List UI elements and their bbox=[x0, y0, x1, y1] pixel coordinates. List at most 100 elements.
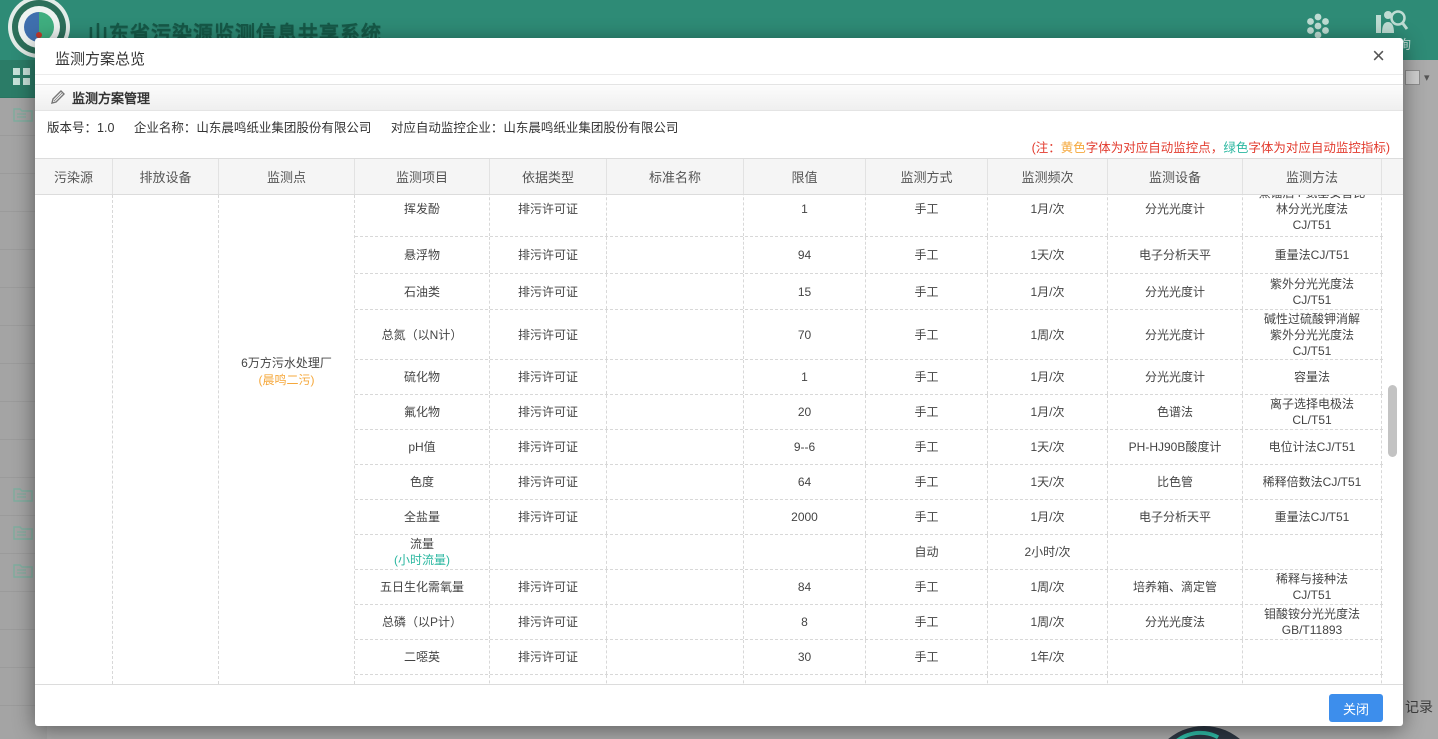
cell-item: 石油类 bbox=[355, 274, 490, 309]
cell-device bbox=[1108, 535, 1243, 569]
close-icon[interactable]: × bbox=[1372, 44, 1385, 68]
cell-limit: 84 bbox=[744, 570, 866, 604]
cell-device: PH-HJ90B酸度计 bbox=[1108, 430, 1243, 464]
cell-freq: 1月/次 bbox=[988, 500, 1108, 534]
record-label[interactable]: 记录 bbox=[1405, 697, 1433, 717]
column-header: 监测方式 bbox=[866, 159, 988, 194]
table-row: 总氮（以N计）排污许可证70手工1周/次分光光度计碱性过硫酸钾消解 紫外分光光度… bbox=[355, 310, 1383, 360]
auto-company-label: 对应自动监控企业： bbox=[391, 121, 504, 135]
cell-basis: 排污许可证 bbox=[490, 310, 607, 359]
cell-basis: 排污许可证 bbox=[490, 237, 607, 273]
cell-freq: 1周/次 bbox=[988, 605, 1108, 639]
table-row: 悬浮物排污许可证94手工1天/次电子分析天平重量法CJ/T51 bbox=[355, 237, 1383, 274]
cell-mode: 手工 bbox=[866, 430, 988, 464]
table-row: 五日生化需氧量排污许可证 84手工1周/次培养箱、滴定管稀释与接种法 CJ/T51 bbox=[355, 570, 1383, 605]
cell-empty bbox=[1243, 675, 1382, 684]
cell-basis: 排污许可证 bbox=[490, 195, 607, 236]
cell-basis: 排污许可证 bbox=[490, 274, 607, 309]
version-value: 1.0 bbox=[97, 121, 114, 135]
cell-item: 五日生化需氧量 bbox=[355, 570, 490, 604]
cell-item: 色度 bbox=[355, 465, 490, 499]
cell-freq: 1月/次 bbox=[988, 360, 1108, 394]
cell-item: 总磷（以P计） bbox=[355, 605, 490, 639]
cell-empty bbox=[607, 675, 744, 684]
cell-standard bbox=[607, 237, 744, 273]
cell-limit: 1 bbox=[744, 360, 866, 394]
cell-empty bbox=[355, 675, 490, 684]
cell-mode: 手工 bbox=[866, 640, 988, 674]
cell-freq: 1年/次 bbox=[988, 640, 1108, 674]
cell-mode: 自动 bbox=[866, 535, 988, 569]
table-row: 石油类排污许可证 15手工1月/次分光光度计紫外分光光度法 CJ/T51 bbox=[355, 274, 1383, 310]
dropdown-remnant[interactable]: ▾ bbox=[1405, 66, 1438, 88]
cell-empty bbox=[988, 675, 1108, 684]
cell-freq: 1月/次 bbox=[988, 274, 1108, 309]
floating-help-circle[interactable] bbox=[1148, 726, 1260, 739]
cell-mode: 手工 bbox=[866, 605, 988, 639]
cell-mode: 手工 bbox=[866, 395, 988, 429]
cell-freq: 1周/次 bbox=[988, 310, 1108, 359]
cell-mode: 手工 bbox=[866, 310, 988, 359]
page: 山东省污染源监测信息共享系统 询 bbox=[0, 0, 1438, 739]
cell-empty bbox=[744, 675, 866, 684]
folder-icon bbox=[13, 486, 33, 508]
cell-standard bbox=[607, 274, 744, 309]
cell-freq: 2小时/次 bbox=[988, 535, 1108, 569]
cell-mode: 手工 bbox=[866, 274, 988, 309]
modal-title: 监测方案总览 bbox=[55, 48, 145, 69]
cell-mode: 手工 bbox=[866, 237, 988, 273]
cell-device: 分光光度计 bbox=[1108, 195, 1243, 236]
cell-device: 电子分析天平 bbox=[1108, 237, 1243, 273]
column-header: 污染源 bbox=[35, 159, 113, 194]
cell-standard bbox=[607, 430, 744, 464]
column-header: 依据类型 bbox=[490, 159, 607, 194]
cell-freq: 1周/次 bbox=[988, 570, 1108, 604]
table-rows-viewport: 挥发酚排污许可证1手工1月/次分光光度计蒸馏后4-氨基安替比 林分光光度法 CJ… bbox=[355, 195, 1383, 684]
cell-standard bbox=[607, 360, 744, 394]
cell-limit: 9--6 bbox=[744, 430, 866, 464]
cell-standard bbox=[607, 500, 744, 534]
modal-titlebar: 监测方案总览 × bbox=[35, 38, 1403, 75]
checkbox-icon bbox=[1405, 70, 1420, 85]
cell-basis: 排污许可证 bbox=[490, 395, 607, 429]
cell-method: 稀释与接种法 CJ/T51 bbox=[1243, 570, 1382, 604]
cell-device: 培养箱、滴定管 bbox=[1108, 570, 1243, 604]
table-row: pH值排污许可证9--6手工1天/次PH-HJ90B酸度计电位计法CJ/T51 bbox=[355, 430, 1383, 465]
cell-basis: 排污许可证 bbox=[490, 430, 607, 464]
pollution-source-column bbox=[35, 195, 113, 684]
table-row: 二噁英排污许可证30手工1年/次 bbox=[355, 640, 1383, 675]
cell-item: 总氮（以N计） bbox=[355, 310, 490, 359]
cell-device: 分光光度计 bbox=[1108, 274, 1243, 309]
table-row: 挥发酚排污许可证1手工1月/次分光光度计蒸馏后4-氨基安替比 林分光光度法 CJ… bbox=[355, 195, 1383, 237]
cell-freq: 1月/次 bbox=[988, 395, 1108, 429]
table-row: 硫化物排污许可证1手工1月/次分光光度计容量法 bbox=[355, 360, 1383, 395]
cell-empty bbox=[490, 675, 607, 684]
cell-method: 紫外分光光度法 CJ/T51 bbox=[1243, 274, 1382, 309]
scrollbar-thumb[interactable] bbox=[1388, 385, 1397, 457]
cell-basis bbox=[490, 535, 607, 569]
cell-item: 流量(小时流量) bbox=[355, 535, 490, 569]
meta-row: 版本号：1.0 企业名称：山东晨鸣纸业集团股份有限公司 对应自动监控企业：山东晨… bbox=[47, 114, 694, 142]
cell-mode: 手工 bbox=[866, 570, 988, 604]
caret-down-icon: ▾ bbox=[1424, 71, 1430, 84]
cell-item: 挥发酚 bbox=[355, 195, 490, 236]
cell-mode: 手工 bbox=[866, 465, 988, 499]
cell-item: 氟化物 bbox=[355, 395, 490, 429]
cell-basis: 排污许可证 bbox=[490, 465, 607, 499]
cell-method: 稀释倍数法CJ/T51 bbox=[1243, 465, 1382, 499]
column-header: 监测设备 bbox=[1108, 159, 1243, 194]
table-body: 6万方污水处理厂 (晨鸣二污) 挥发酚排污许可证1手工1月/次分光光度计蒸馏后4… bbox=[35, 195, 1403, 685]
cell-item: 悬浮物 bbox=[355, 237, 490, 273]
table-row: 总磷（以P计）排污许可证8手工1周/次分光光度法钼酸铵分光光度法 GB/T118… bbox=[355, 605, 1383, 640]
cell-limit: 2000 bbox=[744, 500, 866, 534]
cell-freq: 1天/次 bbox=[988, 237, 1108, 273]
cell-limit: 8 bbox=[744, 605, 866, 639]
cell-method: 离子选择电极法 CL/T51 bbox=[1243, 395, 1382, 429]
cell-basis: 排污许可证 bbox=[490, 570, 607, 604]
cell-limit: 15 bbox=[744, 274, 866, 309]
version-label: 版本号： bbox=[47, 121, 97, 135]
cell-device: 色谱法 bbox=[1108, 395, 1243, 429]
cell-device: 比色管 bbox=[1108, 465, 1243, 499]
close-button[interactable]: 关闭 bbox=[1329, 694, 1383, 722]
column-header: 标准名称 bbox=[607, 159, 744, 194]
